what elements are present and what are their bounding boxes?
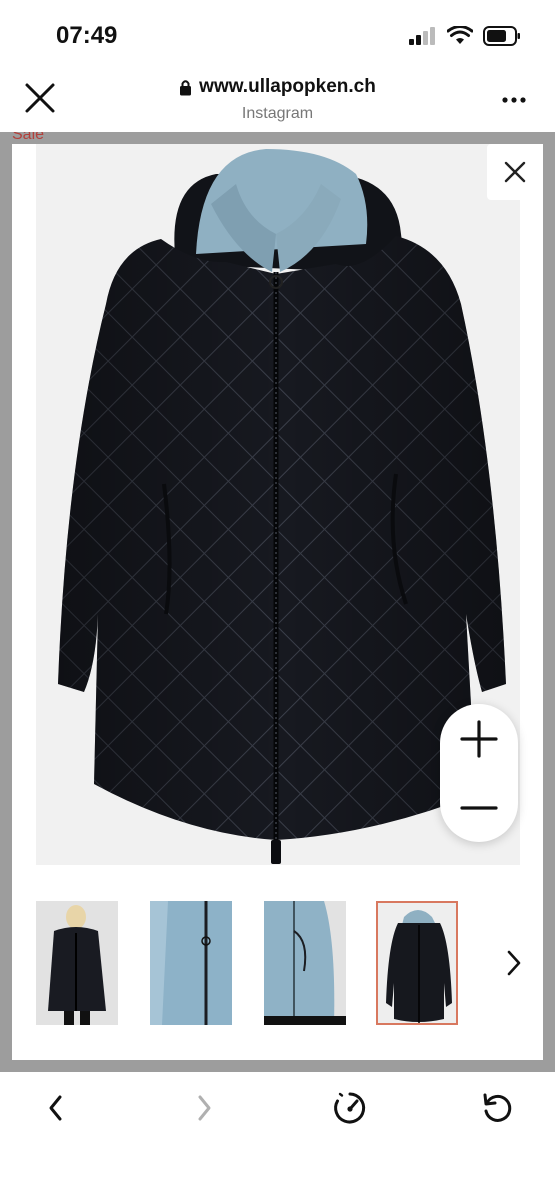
thumbnail-coat-front[interactable] (376, 901, 458, 1025)
chevron-left-icon (49, 1095, 62, 1121)
next-thumbnails-button[interactable] (502, 947, 526, 979)
thumbnail-reversible-side[interactable] (264, 901, 346, 1025)
thumbnail-image (378, 903, 456, 1023)
browser-toolbar (0, 1072, 555, 1200)
chevron-right-icon (198, 1095, 211, 1121)
source-label: Instagram (241, 104, 314, 122)
plus-icon (460, 719, 498, 758)
close-icon (504, 161, 526, 183)
speed-button[interactable] (328, 1086, 372, 1130)
back-button[interactable] (34, 1086, 78, 1130)
ellipsis-icon (502, 97, 526, 103)
zoom-control (440, 704, 518, 842)
forward-button[interactable] (182, 1086, 226, 1130)
more-options-button[interactable] (501, 92, 527, 103)
browser-header: www.ullapopken.ch Instagram (0, 70, 555, 132)
thumbnail-image (150, 901, 232, 1025)
close-gallery-button[interactable] (487, 144, 543, 200)
reload-icon (483, 1093, 512, 1122)
url-line: www.ullapopken.ch (179, 76, 376, 98)
battery-icon (483, 26, 520, 46)
chevron-right-icon (507, 950, 521, 976)
screen: 07:49 www.ullapopken.ch Instagram Sale (0, 0, 555, 1200)
signal-icon (409, 27, 435, 45)
thumbnail-image (36, 901, 118, 1025)
status-time: 07:49 (56, 22, 118, 49)
address-bar[interactable]: www.ullapopken.ch Instagram (0, 76, 555, 123)
url-text: www.ullapopken.ch (199, 76, 376, 97)
status-icons (409, 26, 521, 46)
reload-button[interactable] (475, 1086, 519, 1130)
thumbnail-model-front[interactable] (36, 901, 118, 1025)
lock-icon (180, 79, 192, 95)
thumbnail-strip (36, 901, 521, 1027)
zoom-in-button[interactable] (440, 704, 518, 773)
gauge-icon (334, 1092, 366, 1124)
thumbnail-image (264, 901, 346, 1025)
zoom-out-button[interactable] (440, 773, 518, 842)
status-bar: 07:49 (0, 0, 555, 70)
wifi-icon (447, 26, 473, 44)
minus-icon (460, 805, 498, 810)
sale-label: Sale (12, 132, 45, 143)
image-gallery-modal (12, 144, 543, 1060)
thumbnail-lining-detail[interactable] (150, 901, 232, 1025)
